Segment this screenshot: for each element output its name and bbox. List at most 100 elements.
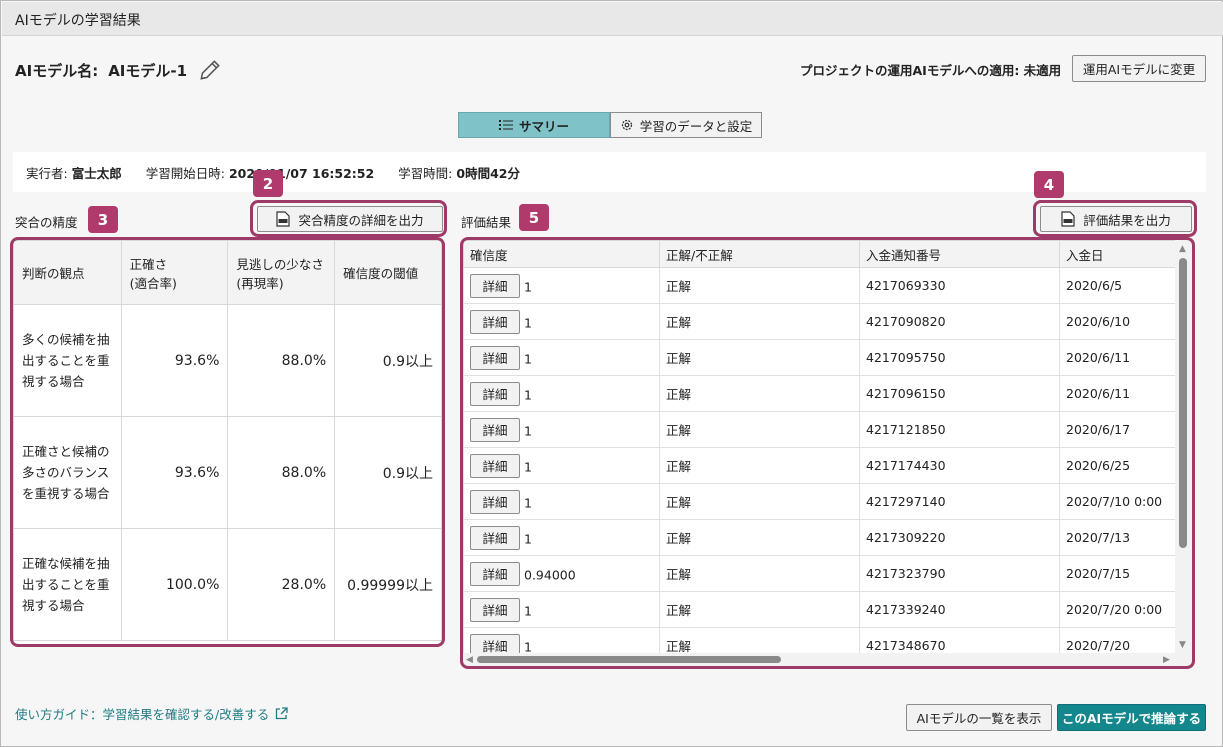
- eval-cell-date: 2020/7/13: [1059, 519, 1176, 556]
- detail-button[interactable]: 詳細: [470, 273, 520, 298]
- accuracy-col-perspective: 判断の観点: [13, 240, 122, 305]
- evaluation-table: 確信度 正解/不正解 入金通知番号 入金日 詳細 1 正解 4217069330 202…: [463, 240, 1176, 664]
- confidence-value: 0.94000: [524, 567, 576, 582]
- model-name-value: AIモデル-1: [108, 61, 188, 80]
- callout-badge-4: 4: [1034, 171, 1064, 198]
- eval-cell-number: 4217339240: [859, 591, 1060, 628]
- eval-cell-number: 4217090820: [859, 303, 1060, 340]
- accuracy-table: 判断の観点 正確さ (適合率) 見逃しの少なさ (再現率) 確信度の閾値 多くの…: [13, 240, 442, 641]
- csv-file-icon: [1061, 211, 1075, 227]
- horizontal-scrollbar[interactable]: ◀ ▶: [463, 653, 1175, 666]
- tab-summary[interactable]: サマリー: [458, 112, 610, 138]
- eval-cell-result: 正解: [659, 483, 860, 520]
- list-icon: [498, 120, 513, 130]
- accuracy-row-precision: 100.0%: [120, 528, 229, 641]
- infer-with-model-button[interactable]: このAIモデルで推論する: [1057, 704, 1206, 731]
- export-accuracy-button[interactable]: 突合精度の詳細を出力: [257, 206, 443, 232]
- eval-cell-confidence: 詳細 1: [463, 339, 660, 376]
- apply-status: プロジェクトの運用AIモデルへの適用: 未適用: [800, 63, 1062, 78]
- eval-cell-result: 正解: [659, 411, 860, 448]
- show-model-list-button[interactable]: AIモデルの一覧を表示: [906, 704, 1052, 731]
- tab-summary-label: サマリー: [518, 118, 569, 134]
- detail-button[interactable]: 詳細: [470, 525, 520, 550]
- eval-cell-confidence: 詳細 1: [463, 267, 660, 304]
- evaluation-table-body: 詳細 1 正解 4217069330 2020/6/5 詳細 1 正解 4217090820 20…: [463, 267, 1176, 664]
- eval-col-number[interactable]: 入金通知番号: [859, 240, 1060, 268]
- export-accuracy-label: 突合精度の詳細を出力: [298, 212, 424, 228]
- eval-cell-date: 2020/7/15: [1059, 555, 1176, 592]
- eval-col-confidence[interactable]: 確信度: [463, 240, 660, 268]
- eval-cell-result: 正解: [659, 519, 860, 556]
- change-operational-model-button[interactable]: 運用AIモデルに変更: [1072, 55, 1206, 82]
- eval-cell-confidence: 詳細 0.94000: [463, 555, 660, 592]
- executor-value: 富士太郎: [71, 166, 122, 181]
- evaluation-header-row: 確信度 正解/不正解 入金通知番号 入金日: [463, 240, 1176, 268]
- detail-button[interactable]: 詳細: [470, 453, 520, 478]
- scroll-up-icon[interactable]: ▲: [1179, 244, 1186, 254]
- detail-button[interactable]: 詳細: [470, 417, 520, 442]
- eval-cell-confidence: 詳細 1: [463, 591, 660, 628]
- table-row: 正確な候補を抽出することを重視する場合 100.0% 28.0% 0.99999…: [13, 528, 442, 641]
- vertical-scrollbar[interactable]: ▲ ▼: [1175, 240, 1192, 666]
- table-row: 詳細 1 正解 4217095750 2020/6/11: [463, 339, 1176, 376]
- eval-cell-result: 正解: [659, 555, 860, 592]
- detail-button[interactable]: 詳細: [470, 489, 520, 514]
- csv-file-icon: [276, 211, 291, 227]
- tab-training-data-settings[interactable]: 学習のデータと設定: [610, 112, 762, 138]
- eval-cell-number: 4217069330: [859, 267, 1060, 304]
- scroll-right-icon[interactable]: ▶: [1163, 655, 1170, 665]
- eval-cell-result: 正解: [659, 591, 860, 628]
- confidence-value: 1: [524, 531, 532, 546]
- eval-cell-confidence: 詳細 1: [463, 411, 660, 448]
- table-row: 多くの候補を抽出することを重視する場合 93.6% 88.0% 0.9以上: [13, 304, 442, 417]
- eval-cell-number: 4217174430: [859, 447, 1060, 484]
- accuracy-row-recall: 88.0%: [227, 304, 336, 417]
- training-info-bar: 実行者: 富士太郎 学習開始日時: 2020/01/07 16:52:52 学習時間…: [13, 152, 1206, 192]
- detail-button[interactable]: 詳細: [470, 345, 520, 370]
- export-evaluation-label: 評価結果を出力: [1083, 212, 1171, 228]
- detail-button[interactable]: 詳細: [470, 561, 520, 586]
- eval-cell-date: 2020/6/5: [1059, 267, 1176, 304]
- eval-cell-number: 4217309220: [859, 519, 1060, 556]
- export-evaluation-button[interactable]: 評価結果を出力: [1040, 206, 1192, 232]
- accuracy-row-recall: 28.0%: [227, 528, 336, 641]
- table-row: 詳細 1 正解 4217339240 2020/7/20 0:00: [463, 591, 1176, 628]
- vertical-scrollbar-thumb[interactable]: [1179, 258, 1187, 548]
- accuracy-header-row: 判断の観点 正確さ (適合率) 見逃しの少なさ (再現率) 確信度の閾値: [13, 240, 442, 305]
- callout-badge-3: 3: [88, 206, 118, 233]
- accuracy-row-threshold: 0.9以上: [334, 304, 442, 417]
- eval-cell-result: 正解: [659, 303, 860, 340]
- table-row: 詳細 1 正解 4217309220 2020/7/13: [463, 519, 1176, 556]
- horizontal-scrollbar-thumb[interactable]: [477, 656, 781, 663]
- detail-button[interactable]: 詳細: [470, 309, 520, 334]
- table-row: 詳細 1 正解 4217174430 2020/6/25: [463, 447, 1176, 484]
- eval-cell-confidence: 詳細 1: [463, 303, 660, 340]
- eval-col-date[interactable]: 入金日: [1059, 240, 1176, 268]
- eval-cell-confidence: 詳細 1: [463, 519, 660, 556]
- confidence-value: 1: [524, 459, 532, 474]
- start-time-value: 2020/01/07 16:52:52: [228, 166, 375, 181]
- detail-button[interactable]: 詳細: [470, 597, 520, 622]
- external-link-icon: [276, 707, 288, 720]
- eval-cell-date: 2020/7/10 0:00: [1059, 483, 1176, 520]
- eval-cell-number: 4217323790: [859, 555, 1060, 592]
- table-row: 詳細 1 正解 4217069330 2020/6/5: [463, 267, 1176, 304]
- usage-guide-label: 使い方ガイド：学習結果を確認する/改善する: [15, 707, 270, 722]
- eval-cell-number: 4217121850: [859, 411, 1060, 448]
- table-row: 正確さと候補の多さのバランスを重視する場合 93.6% 88.0% 0.9以上: [13, 416, 442, 529]
- detail-button[interactable]: 詳細: [470, 381, 520, 406]
- duration-value: 0時間42分: [456, 166, 520, 181]
- accuracy-col-threshold: 確信度の閾値: [334, 240, 442, 305]
- pencil-icon[interactable]: [197, 57, 223, 83]
- model-name-label: AIモデル名:: [15, 61, 99, 80]
- gear-icon: [621, 119, 632, 131]
- eval-col-result[interactable]: 正解/不正解: [659, 240, 860, 268]
- confidence-value: 1: [524, 495, 532, 510]
- evaluation-table-container[interactable]: 確信度 正解/不正解 入金通知番号 入金日 詳細 1 正解 4217069330 202…: [463, 240, 1192, 666]
- scroll-down-icon[interactable]: ▼: [1179, 640, 1186, 650]
- usage-guide-link[interactable]: 使い方ガイド：学習結果を確認する/改善する: [15, 704, 288, 723]
- scroll-left-icon[interactable]: ◀: [466, 655, 473, 665]
- accuracy-row-desc: 正確な候補を抽出することを重視する場合: [13, 528, 122, 641]
- tab-bar: サマリー 学習のデータと設定: [458, 112, 762, 138]
- eval-cell-date: 2020/6/25: [1059, 447, 1176, 484]
